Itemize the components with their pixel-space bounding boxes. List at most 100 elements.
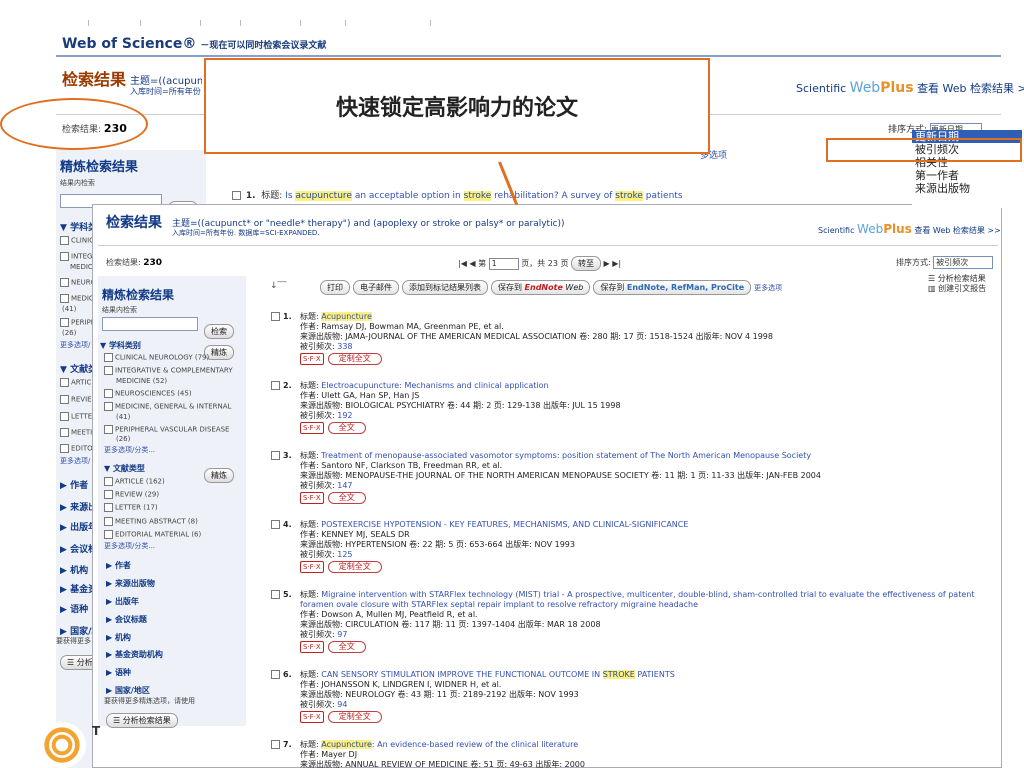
ov-sciwebplus-link[interactable]: Scientific WebPlus 查看 Web 检索结果 >> bbox=[818, 222, 1001, 236]
ov-doc-1[interactable]: REVIEW (29) bbox=[104, 490, 159, 499]
ov-doc-3[interactable]: MEETING ABSTRACT (8) bbox=[104, 517, 198, 526]
record-2-fulltext[interactable]: 全文 bbox=[327, 422, 366, 434]
sfx-icon[interactable]: S·F·X bbox=[300, 422, 324, 434]
ov-collapsed-4[interactable]: ▶ 机构 bbox=[106, 632, 131, 643]
record-7-title[interactable]: Acupuncture: An evidence-based review of… bbox=[321, 740, 578, 749]
record-2-checkbox[interactable] bbox=[271, 381, 280, 390]
ov-subject-0[interactable]: CLINICAL NEUROLOGY (79) bbox=[104, 353, 209, 362]
ov-sort-select[interactable]: 被引频次 bbox=[933, 256, 994, 269]
record-1: 1. 标题: Acupuncture 作者: Ramsay DJ, Bowman… bbox=[271, 312, 992, 365]
sfx-icon[interactable]: S·F·X bbox=[300, 561, 324, 573]
bg-sciwebplus-link[interactable]: Scientific WebPlus 查看 Web 检索结果 >> bbox=[796, 80, 1024, 96]
record-6-fulltext[interactable]: 定制全文 bbox=[327, 711, 382, 723]
print-button[interactable]: 打印 bbox=[320, 280, 350, 295]
save-endnote-refman-button[interactable]: 保存到 EndNote, RefMan, ProCite bbox=[593, 280, 752, 295]
record-6-cited[interactable]: 94 bbox=[337, 700, 347, 709]
ov-subject-2[interactable]: NEUROSCIENCES (45) bbox=[104, 389, 192, 398]
arrow-icon: ↓‾‾ bbox=[270, 281, 287, 291]
bg-results-title: 检索结果 bbox=[62, 70, 127, 89]
header-divider bbox=[56, 55, 1001, 57]
ov-collapsed-6[interactable]: ▶ 语种 bbox=[106, 667, 131, 678]
record-5-title[interactable]: Migraine intervention with STARFlex tech… bbox=[300, 590, 974, 609]
record-2-cited[interactable]: 192 bbox=[337, 411, 352, 420]
ov-doc-0[interactable]: ARTICLE (162) bbox=[104, 477, 165, 486]
citation-report-link[interactable]: ▥ 创建引文报告 bbox=[928, 284, 986, 294]
ov-sort: 排序方式: 被引频次 bbox=[896, 256, 994, 269]
app-title: Web of Science® －现在可以同时检索会议录文献 bbox=[62, 36, 326, 52]
record-1-checkbox[interactable] bbox=[271, 312, 280, 321]
bg-more-options-3[interactable]: 更多选项/ bbox=[60, 456, 90, 466]
ov-more-options[interactable]: 更多选项/分类... bbox=[104, 445, 155, 455]
ov-doc-2[interactable]: LETTER (17) bbox=[104, 503, 158, 512]
record-4-fulltext[interactable]: 定制全文 bbox=[327, 561, 382, 573]
ov-subject-4[interactable]: PERIPHERAL VASCULAR DISEASE bbox=[104, 425, 229, 434]
ov-refine-input[interactable] bbox=[102, 317, 198, 331]
ov-subject-header[interactable]: ▼ 学科类别 bbox=[100, 340, 141, 351]
ov-collapsed-2[interactable]: ▶ 出版年 bbox=[106, 596, 139, 607]
record-5: 5. 标题: Migraine intervention with STARFl… bbox=[271, 590, 992, 653]
ov-analysis-hint: 要获得更多精炼选项，请使用 bbox=[104, 697, 195, 705]
email-button[interactable]: 电子邮件 bbox=[353, 280, 399, 295]
ov-collapsed-3[interactable]: ▶ 会议标题 bbox=[106, 614, 147, 625]
ov-more-options-link[interactable]: 更多选项 bbox=[754, 284, 782, 292]
record-2-title[interactable]: Electroacupuncture: Mechanisms and clini… bbox=[321, 381, 548, 390]
sfx-icon[interactable]: S·F·X bbox=[300, 492, 324, 504]
record-5-fulltext[interactable]: 全文 bbox=[327, 641, 366, 653]
analyze-results-link[interactable]: ☰ 分析检索结果 bbox=[928, 274, 986, 284]
record-3-cited[interactable]: 147 bbox=[337, 481, 352, 490]
save-endnote-web-button[interactable]: 保存到 EndNote Web bbox=[491, 280, 591, 295]
record-1-title[interactable]: Acupuncture bbox=[321, 312, 372, 321]
ov-right-links: ☰ 分析检索结果 ▥ 创建引文报告 bbox=[928, 274, 986, 294]
sort-option-first-author[interactable]: 第一作者 bbox=[912, 169, 1022, 182]
record-5-cited[interactable]: 97 bbox=[337, 630, 347, 639]
ov-time-db: 入库时间=所有年份. 数据库=SCI-EXPANDED. bbox=[172, 229, 320, 237]
ov-analysis-button[interactable]: ☰ 分析检索结果 bbox=[106, 713, 178, 728]
ov-webplus-logo: WebPlus bbox=[857, 222, 912, 236]
bg-result-1-checkbox[interactable] bbox=[232, 191, 241, 200]
ov-collapsed-7[interactable]: ▶ 国家/地区 bbox=[106, 685, 150, 696]
sfx-icon[interactable]: S·F·X bbox=[300, 711, 324, 723]
ruler bbox=[0, 0, 1024, 32]
record-4-checkbox[interactable] bbox=[271, 520, 280, 529]
bg-subject-count-1: (26) bbox=[62, 329, 77, 337]
webplus-logo: WebPlus bbox=[849, 80, 914, 96]
bg-subject-count-0: (41) bbox=[62, 305, 77, 313]
bg-collapsed-0[interactable]: ▶ 作者 bbox=[60, 478, 88, 491]
sfx-icon[interactable]: S·F·X bbox=[300, 641, 324, 653]
ov-more-options-2[interactable]: 更多选项/分类... bbox=[104, 541, 155, 551]
ov-collapsed-5[interactable]: ▶ 基金资助机构 bbox=[106, 649, 163, 660]
record-1-fulltext[interactable]: 定制全文 bbox=[327, 353, 382, 365]
record-4-title[interactable]: POSTEXERCISE HYPOTENSION - KEY FEATURES,… bbox=[321, 520, 688, 529]
pager-next-last[interactable]: ▶ ▶| bbox=[604, 259, 622, 268]
ov-subject-3[interactable]: MEDICINE, GENERAL & INTERNAL bbox=[104, 402, 231, 411]
ov-collapsed-1[interactable]: ▶ 来源出版物 bbox=[106, 578, 155, 589]
ov-subject-1[interactable]: INTEGRATIVE & COMPLEMENTARY bbox=[104, 366, 233, 375]
bg-collapsed-4[interactable]: ▶ 机构 bbox=[60, 563, 88, 576]
record-6: 6. 标题: CAN SENSORY STIMULATION IMPROVE T… bbox=[271, 670, 992, 723]
sort-option-source[interactable]: 来源出版物 bbox=[912, 182, 1022, 195]
record-5-checkbox[interactable] bbox=[271, 590, 280, 599]
record-4-cited[interactable]: 125 bbox=[337, 550, 352, 559]
pager-page-input[interactable]: 1 bbox=[488, 257, 519, 270]
pager-first-prev[interactable]: |◀ ◀ bbox=[458, 259, 476, 268]
record-6-checkbox[interactable] bbox=[271, 670, 280, 679]
record-6-title[interactable]: CAN SENSORY STIMULATION IMPROVE THE FUNC… bbox=[321, 670, 675, 679]
ov-count: 检索结果: 230 bbox=[106, 258, 163, 268]
add-marked-list-button[interactable]: 添加到标记结果列表 bbox=[402, 280, 488, 295]
sfx-icon[interactable]: S·F·X bbox=[300, 353, 324, 365]
ov-pager: |◀ ◀ 第 1 页，共 23 页 转至 ▶ ▶| bbox=[458, 256, 621, 271]
record-3-checkbox[interactable] bbox=[271, 451, 280, 460]
record-1-cited[interactable]: 338 bbox=[337, 342, 352, 351]
record-7-checkbox[interactable] bbox=[271, 740, 280, 749]
bg-more-options[interactable]: 更多选项/ bbox=[60, 340, 90, 350]
bg-collapsed-6[interactable]: ▶ 语种 bbox=[60, 602, 88, 615]
ov-doc-refine[interactable]: 精炼 bbox=[204, 468, 234, 483]
pager-go-button[interactable]: 转至 bbox=[571, 256, 601, 271]
ov-doc-4[interactable]: EDITORIAL MATERIAL (6) bbox=[104, 530, 201, 539]
record-3-title[interactable]: Treatment of menopause-associated vasomo… bbox=[321, 451, 811, 460]
ov-collapsed-0[interactable]: ▶ 作者 bbox=[106, 560, 131, 571]
record-3-fulltext[interactable]: 全文 bbox=[327, 492, 366, 504]
thomson-reuters-logo bbox=[38, 722, 86, 768]
ov-doc-header[interactable]: ▼ 文献类型 bbox=[104, 463, 145, 474]
ov-refine-button[interactable]: 检索 bbox=[204, 324, 234, 339]
